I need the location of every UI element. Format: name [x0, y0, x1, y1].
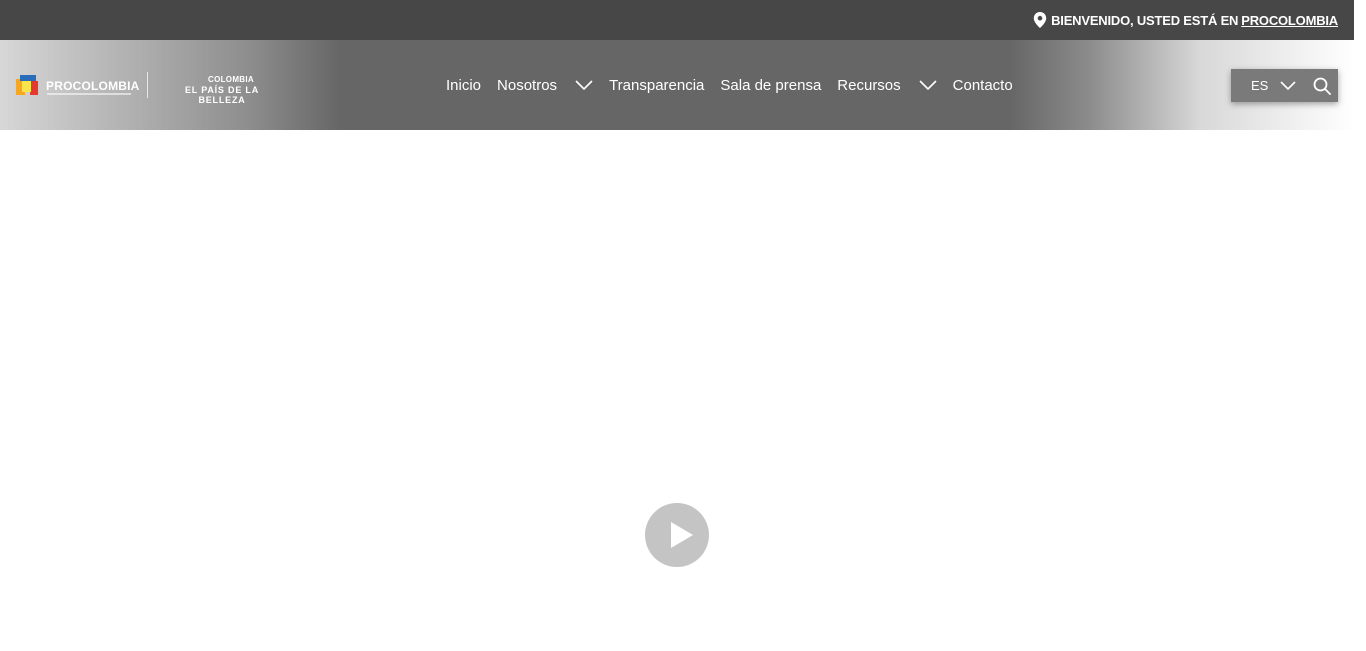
procolombia-tagline: [47, 93, 131, 95]
chevron-down-icon[interactable]: [1280, 81, 1296, 90]
play-icon: [671, 522, 693, 548]
menu-item-contacto[interactable]: Contacto: [953, 77, 1013, 94]
video-play-button[interactable]: [645, 503, 709, 567]
main-menu: Inicio Nosotros Transparencia Sala de pr…: [446, 40, 1029, 130]
location-pin-icon: [1033, 12, 1047, 28]
menu-item-inicio[interactable]: Inicio: [446, 77, 481, 94]
menu-item-sala-de-prensa[interactable]: Sala de prensa: [720, 77, 821, 94]
procolombia-cube-icon: [16, 75, 38, 97]
procolombia-link[interactable]: PROCOLOMBIA: [1241, 13, 1338, 28]
procolombia-logo-text: PROCOLOMBIA: [46, 79, 140, 93]
search-icon[interactable]: [1313, 77, 1332, 95]
logo-divider: [147, 72, 148, 98]
top-welcome-bar: BIENVENIDO, USTED ESTÁ EN PROCOLOMBIA: [0, 0, 1354, 40]
menu-item-nosotros[interactable]: Nosotros: [497, 77, 557, 94]
main-navigation-bar: PROCOLOMBIA COLOMBIA EL PAÍS DE LA BELLE…: [0, 40, 1354, 130]
language-selector[interactable]: ES: [1251, 78, 1268, 93]
language-search-box: ES: [1231, 69, 1338, 102]
chevron-down-icon[interactable]: [575, 80, 593, 90]
colombia-brand-logo[interactable]: COLOMBIA EL PAÍS DE LA BELLEZA: [164, 75, 280, 105]
page-scrollbar[interactable]: [1354, 0, 1366, 651]
colombia-logo-line1: COLOMBIA: [208, 75, 254, 84]
colombia-logo-line2: EL PAÍS DE LA BELLEZA: [184, 85, 260, 105]
menu-item-recursos[interactable]: Recursos: [837, 77, 900, 94]
menu-item-transparencia[interactable]: Transparencia: [609, 77, 704, 94]
welcome-text: BIENVENIDO, USTED ESTÁ EN: [1051, 12, 1239, 28]
chevron-down-icon[interactable]: [919, 80, 937, 90]
